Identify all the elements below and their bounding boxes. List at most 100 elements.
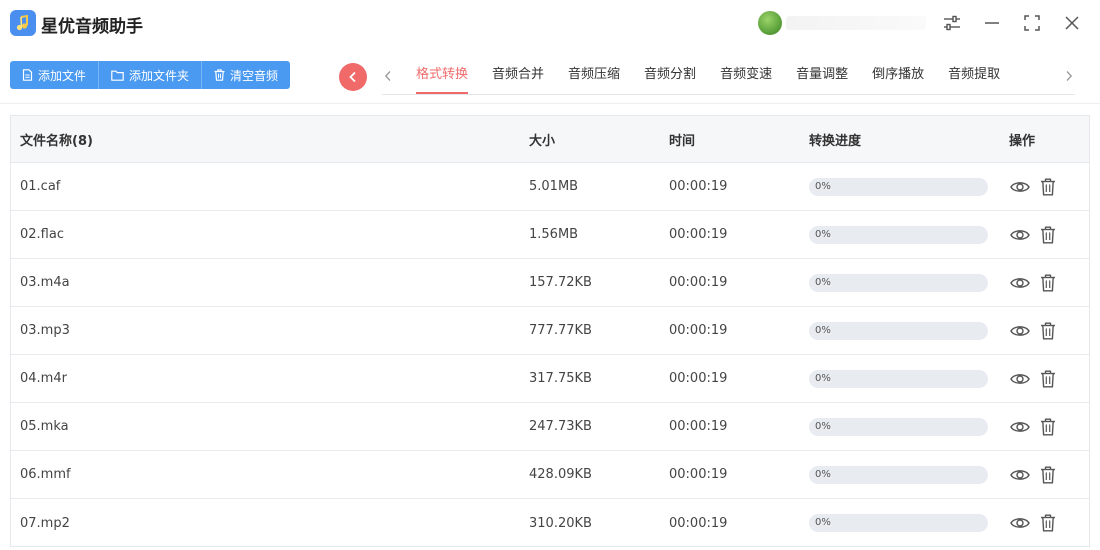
actions-cell [1009, 163, 1059, 210]
tab-2[interactable]: 音频压缩 [556, 58, 632, 94]
header-name[interactable]: 文件名称(8) [20, 116, 93, 162]
eye-icon[interactable] [1009, 512, 1031, 534]
progress-bar: 0% [809, 273, 988, 292]
file-size: 1.56MB [529, 227, 579, 242]
progress-bar: 0% [809, 177, 988, 196]
eye-icon[interactable] [1009, 224, 1031, 246]
file-icon [22, 69, 33, 81]
clear-audio-button[interactable]: 清空音频 [202, 61, 291, 89]
progress-text: 0% [815, 517, 831, 528]
add-folder-label: 添加文件夹 [129, 68, 190, 83]
table-row[interactable]: 05.mka 247.73KB 00:00:19 0% [11, 403, 1089, 451]
header-time[interactable]: 时间 [669, 116, 695, 162]
add-file-button[interactable]: 添加文件 [10, 61, 100, 89]
tab-5[interactable]: 音量调整 [784, 58, 860, 94]
file-name: 03.mp3 [20, 323, 70, 338]
tab-1[interactable]: 音频合并 [480, 58, 556, 94]
tab-4[interactable]: 音频变速 [708, 58, 784, 94]
file-duration: 00:00:19 [669, 419, 728, 434]
tabs-next-arrow[interactable] [1061, 66, 1077, 86]
header-size[interactable]: 大小 [529, 116, 555, 162]
file-duration: 00:00:19 [669, 371, 728, 386]
actions-cell [1009, 355, 1059, 402]
trash-icon[interactable] [1037, 368, 1059, 390]
progress-bar: 0% [809, 417, 988, 436]
app-title: 星优音频助手 [41, 17, 143, 37]
user-name-redacted [786, 16, 926, 30]
file-duration: 00:00:19 [669, 275, 728, 290]
progress-cell: 0% [809, 259, 988, 306]
file-size: 157.72KB [529, 275, 592, 290]
file-name: 03.m4a [20, 275, 70, 290]
file-name: 07.mp2 [20, 515, 70, 531]
header-actions: 操作 [1009, 133, 1036, 149]
tab-3[interactable]: 音频分割 [632, 58, 708, 94]
table-header: 文件名称(8) 大小 时间 转换进度 操作 [11, 116, 1089, 163]
progress-text: 0% [815, 228, 831, 240]
progress-bar: 0% [809, 321, 988, 340]
actions-cell [1009, 259, 1059, 306]
progress-bar: 0% [809, 225, 988, 244]
progress-bar: 0% [809, 514, 988, 532]
progress-cell: 0% [809, 403, 988, 450]
eye-icon[interactable] [1009, 272, 1031, 294]
tabs-prev-arrow[interactable] [380, 66, 396, 86]
chevron-left-icon [349, 71, 356, 83]
file-size: 428.09KB [529, 467, 592, 482]
trash-icon [214, 69, 225, 81]
eye-icon[interactable] [1009, 464, 1031, 486]
eye-icon[interactable] [1009, 176, 1031, 198]
file-size: 5.01MB [529, 179, 579, 194]
tabs-underline [382, 94, 1075, 95]
actions-cell [1009, 211, 1059, 258]
title-bar: 星优音频助手 [0, 0, 1100, 46]
eye-icon[interactable] [1009, 320, 1031, 342]
progress-text: 0% [815, 324, 831, 336]
progress-bar: 0% [809, 369, 988, 388]
trash-icon[interactable] [1037, 320, 1059, 342]
tab-7[interactable]: 音频提取 [936, 58, 1012, 94]
table-row[interactable]: 03.m4a 157.72KB 00:00:19 0% [11, 259, 1089, 307]
table-row[interactable]: 01.caf 5.01MB 00:00:19 0% [11, 163, 1089, 211]
minimize-icon[interactable] [980, 11, 1004, 35]
actions-cell [1009, 403, 1059, 450]
file-name: 05.mka [20, 419, 69, 434]
progress-cell: 0% [809, 307, 988, 354]
tab-0[interactable]: 格式转换 [404, 58, 480, 94]
table-row[interactable]: 07.mp2 310.20KB 00:00:19 0% [11, 499, 1089, 547]
avatar[interactable] [758, 11, 782, 35]
trash-icon[interactable] [1037, 224, 1059, 246]
file-size: 310.20KB [529, 515, 592, 531]
close-icon[interactable] [1060, 11, 1084, 35]
eye-icon[interactable] [1009, 416, 1031, 438]
fullscreen-icon[interactable] [1020, 11, 1044, 35]
actions-cell [1009, 451, 1059, 498]
file-name: 02.flac [20, 227, 64, 242]
progress-text: 0% [815, 468, 831, 480]
header-divider [0, 103, 1100, 104]
clear-audio-label: 清空音频 [230, 68, 279, 83]
actions-cell [1009, 499, 1059, 547]
tab-6[interactable]: 倒序播放 [860, 58, 936, 94]
collapse-sidebar-button[interactable] [339, 63, 367, 91]
file-name: 06.mmf [20, 467, 71, 482]
trash-icon[interactable] [1037, 464, 1059, 486]
add-folder-button[interactable]: 添加文件夹 [99, 61, 203, 89]
table-row[interactable]: 03.mp3 777.77KB 00:00:19 0% [11, 307, 1089, 355]
progress-text: 0% [815, 180, 831, 192]
progress-text: 0% [815, 420, 831, 432]
file-table: 文件名称(8) 大小 时间 转换进度 操作 01.caf 5.01MB 00:00:… [10, 115, 1090, 547]
progress-cell: 0% [809, 355, 988, 402]
table-row[interactable]: 06.mmf 428.09KB 00:00:19 0% [11, 451, 1089, 499]
trash-icon[interactable] [1037, 512, 1059, 534]
settings-sliders-icon[interactable] [940, 11, 964, 35]
trash-icon[interactable] [1037, 176, 1059, 198]
trash-icon[interactable] [1037, 272, 1059, 294]
file-duration: 00:00:19 [669, 323, 728, 338]
trash-icon[interactable] [1037, 416, 1059, 438]
table-row[interactable]: 02.flac 1.56MB 00:00:19 0% [11, 211, 1089, 259]
toolbar: 添加文件 添加文件夹 清空音频 [10, 61, 291, 89]
eye-icon[interactable] [1009, 368, 1031, 390]
table-row[interactable]: 04.m4r 317.75KB 00:00:19 0% [11, 355, 1089, 403]
file-size: 247.73KB [529, 419, 592, 434]
